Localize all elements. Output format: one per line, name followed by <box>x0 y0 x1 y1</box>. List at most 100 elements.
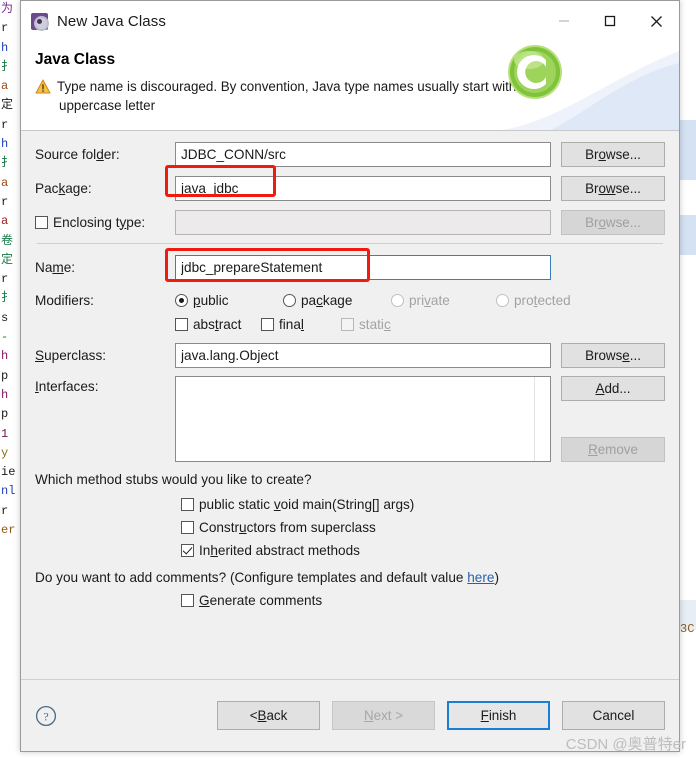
source-folder-input[interactable] <box>175 141 551 167</box>
editor-gutter-char: r <box>1 194 9 209</box>
comments-question-prefix: Do you want to add comments? (Configure … <box>35 570 468 585</box>
enclosing-type-row: Enclosing type: Br o wse... <box>35 209 665 235</box>
package-row: Package: Browse... <box>35 175 665 201</box>
csdn-watermark: CSDN @奥普特er <box>565 736 686 753</box>
editor-gutter-char: h <box>1 349 9 364</box>
interfaces-row: Interfaces: Add... Remove <box>35 376 665 462</box>
modifier-static-checkbox: static <box>341 317 391 332</box>
checkbox-indicator <box>341 317 354 331</box>
superclass-row: Superclass: Browse... <box>35 342 665 368</box>
editor-gutter-char: r <box>1 503 9 518</box>
interfaces-buttons: Add... Remove <box>561 376 665 462</box>
editor-gutter-char: 定 <box>1 252 14 267</box>
window-controls <box>541 1 679 41</box>
next-button: Next > <box>332 701 435 730</box>
editor-gutter-char: r <box>1 272 9 287</box>
superclass-input[interactable] <box>175 342 551 368</box>
radio-indicator <box>283 293 296 307</box>
radio-indicator <box>175 293 188 307</box>
checkbox-indicator <box>181 594 194 607</box>
source-folder-label: Source folder: <box>35 146 120 162</box>
dialog-title: New Java Class <box>57 12 166 30</box>
editor-gutter-char: s <box>1 310 9 325</box>
comments-question-suffix: ) <box>494 570 499 585</box>
editor-gutter-char: ie <box>1 465 16 480</box>
generate-comments-checkbox[interactable]: Generate comments <box>181 589 665 612</box>
editor-gutter-char: a <box>1 175 9 190</box>
interfaces-label: Interfaces: <box>35 379 99 394</box>
editor-gutter-char: a <box>1 214 9 229</box>
package-browse-button[interactable]: Br ow se... <box>561 175 665 201</box>
back-button[interactable]: < Back <box>217 701 320 730</box>
enclosing-type-label: Enclosing type: <box>35 215 175 230</box>
editor-gutter-char: 为 <box>1 2 14 16</box>
enclosing-type-browse-button: Br o wse... <box>561 209 665 235</box>
editor-gutter-char: h <box>1 40 9 55</box>
editor-gutter-char: p <box>1 368 9 383</box>
comments-question: Do you want to add comments? (Configure … <box>35 570 665 585</box>
stub-inherited-abstract-methods[interactable]: Inherited abstract methods <box>181 539 665 562</box>
new-java-class-dialog: New Java Class Java Class Type name is d… <box>20 0 680 752</box>
checkbox-indicator <box>175 317 188 331</box>
enclosing-type-checkbox[interactable] <box>35 215 48 229</box>
stub-main-method[interactable]: public static void main(String[] args) <box>181 493 665 516</box>
radio-indicator <box>496 293 509 307</box>
method-stubs-question: Which method stubs would you like to cre… <box>35 472 312 487</box>
minimize-icon[interactable] <box>541 1 587 41</box>
checkbox-indicator <box>181 544 194 557</box>
superclass-label: Superclass: <box>35 347 107 363</box>
editor-gutter-char: h <box>1 387 9 402</box>
modifier-final-checkbox[interactable]: final <box>261 317 341 332</box>
java-class-icon <box>31 12 49 31</box>
interfaces-list[interactable] <box>175 376 551 462</box>
radio-indicator <box>391 293 404 307</box>
enclosing-type-input[interactable] <box>175 209 551 235</box>
close-icon[interactable] <box>633 1 679 41</box>
help-icon[interactable]: ? <box>35 705 57 727</box>
editor-right-text: 3C <box>680 622 695 636</box>
editor-left-gutter: 为 r h 扌 a 定 r h 扌 a r a 卷定 r 扌 s - h p h p 1 y ie nl r er <box>0 0 20 758</box>
modifier-public-radio[interactable]: public <box>175 293 283 308</box>
modifiers-flags-row: abstract final static <box>35 312 665 336</box>
checkbox-indicator <box>261 317 274 331</box>
editor-gutter-char: 扌 <box>1 156 14 171</box>
editor-gutter-char: a <box>1 79 9 94</box>
dialog-form-body: Source folder: Browse... Package: Browse… <box>21 131 679 679</box>
editor-gutter-char: 扌 <box>1 291 14 306</box>
name-row: Name: <box>35 254 665 280</box>
modifier-package-radio[interactable]: package <box>283 293 391 308</box>
package-input[interactable] <box>175 175 551 201</box>
cancel-button[interactable]: Cancel <box>562 701 665 730</box>
editor-gutter-char: r <box>1 21 9 36</box>
source-folder-browse-button[interactable]: Br o wse... <box>561 141 665 167</box>
package-label: Package: <box>35 180 92 196</box>
editor-gutter-char: 1 <box>1 426 9 441</box>
modifiers-label: Modifiers: <box>35 292 94 308</box>
checkbox-indicator <box>181 498 194 511</box>
editor-gutter-char: 定 <box>1 98 14 113</box>
editor-gutter-char: - <box>1 330 9 345</box>
footer-buttons: < Back Next > Finish Cancel <box>217 701 665 730</box>
interfaces-add-button[interactable]: Add... <box>561 376 665 401</box>
modifier-protected-radio: protected <box>496 293 571 308</box>
editor-gutter-char: h <box>1 137 9 152</box>
banner-title: Java Class <box>35 51 116 68</box>
editor-gutter-char: 扌 <box>1 59 14 74</box>
modifier-private-radio: private <box>391 293 496 308</box>
dialog-title-bar: New Java Class <box>21 1 679 41</box>
warning-icon <box>35 79 51 99</box>
modifier-abstract-checkbox[interactable]: abstract <box>175 317 261 332</box>
editor-gutter-char: y <box>1 445 9 460</box>
stub-constructors-from-superclass[interactable]: Constructors from superclass <box>181 516 665 539</box>
banner-message-line1: Type name is discouraged. By convention,… <box>57 79 535 94</box>
name-input[interactable] <box>175 254 551 280</box>
finish-button[interactable]: Finish <box>447 701 550 730</box>
maximize-icon[interactable] <box>587 1 633 41</box>
editor-band <box>680 215 696 255</box>
editor-gutter-char: 卷 <box>1 233 14 248</box>
configure-templates-link[interactable]: here <box>467 570 494 585</box>
modifiers-access-row: Modifiers: public package private protec… <box>35 288 665 312</box>
superclass-browse-button[interactable]: Brows e... <box>561 342 665 368</box>
editor-gutter-char: r <box>1 117 9 132</box>
editor-band <box>680 120 696 180</box>
